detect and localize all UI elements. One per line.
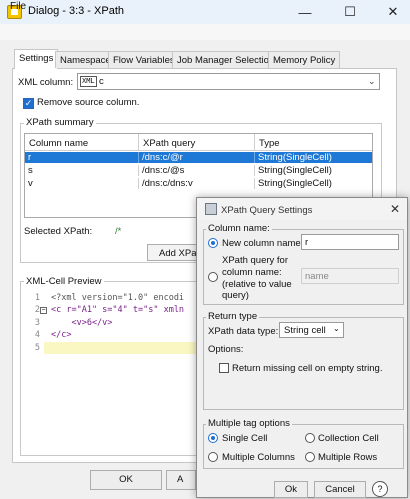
cell-type: String(SingleCell) [258, 165, 332, 176]
apply-button[interactable]: A [166, 470, 196, 490]
cell-xpath-query: /dns:c/dns:v [139, 178, 255, 189]
xpath-query-column-label-3: (relative to value [222, 279, 292, 290]
xml-type-icon: XML [80, 76, 97, 87]
code-line: <?xml version="1.0" encodi [51, 293, 185, 303]
cell-xpath-query: /dns:c/@r [139, 152, 255, 163]
tab-namespace[interactable]: Namespace [55, 51, 116, 68]
line-number: 4 [34, 330, 40, 340]
multiple-columns-label[interactable]: Multiple Columns [222, 452, 295, 463]
dialog-ok-button[interactable]: Ok [274, 481, 308, 498]
new-column-label[interactable]: New column name: [222, 238, 303, 249]
table-row[interactable]: r /dns:c/@r String(SingleCell) [25, 152, 372, 163]
xml-column-label: XML column: [18, 77, 74, 88]
code-line: <c r="A1" s="4" t="s" xmln [51, 305, 185, 315]
line-number: 3 [34, 318, 40, 328]
code-line: </c> [51, 330, 72, 340]
dialog-title: XPath Query Settings [221, 205, 313, 216]
multiple-rows-radio[interactable] [305, 452, 315, 462]
column-header-type[interactable]: Type [255, 134, 372, 151]
window-title: Dialog - 3:3 - XPath [28, 5, 124, 17]
help-icon[interactable]: ? [372, 481, 388, 497]
xml-preview-label: XML-Cell Preview [24, 276, 104, 287]
cell-type: String(SingleCell) [258, 178, 332, 189]
single-cell-radio[interactable] [208, 433, 218, 443]
column-header-name[interactable]: Column name [25, 134, 139, 151]
xpath-query-column-label-4: query) [222, 290, 249, 301]
xpath-query-column-label-2: column name: [222, 267, 282, 278]
close-button[interactable]: ✕ [378, 0, 408, 24]
table-row[interactable]: s /dns:c/@s String(SingleCell) [25, 165, 372, 176]
return-missing-label[interactable]: Return missing cell on empty string. [232, 363, 382, 374]
remove-source-label[interactable]: Remove source column. [37, 97, 139, 108]
multiple-rows-label[interactable]: Multiple Rows [318, 452, 377, 463]
options-label: Options: [208, 344, 244, 355]
line-number: 5 [34, 343, 40, 353]
tab-flow-variables[interactable]: Flow Variables [108, 51, 180, 68]
multiple-tag-label: Multiple tag options [206, 418, 292, 429]
tab-memory-policy[interactable]: Memory Policy [268, 51, 341, 68]
current-line-highlight [44, 342, 204, 354]
chevron-down-icon: ⌄ [368, 76, 376, 86]
minimize-button[interactable]: — [290, 0, 320, 24]
code-line: <v>6</v> [51, 318, 113, 328]
collection-cell-label[interactable]: Collection Cell [318, 433, 379, 444]
collection-cell-radio[interactable] [305, 433, 315, 443]
dialog-close-icon[interactable]: ✕ [390, 202, 400, 216]
tab-settings[interactable]: Settings [14, 49, 59, 69]
cell-column-name: v [25, 178, 139, 189]
line-number: 1 [34, 293, 40, 303]
new-column-radio[interactable] [208, 238, 218, 248]
remove-source-checkbox[interactable]: ✓ [23, 98, 34, 109]
ok-button[interactable]: OK [90, 470, 162, 490]
fold-icon[interactable]: − [40, 307, 47, 314]
xpath-query-column-radio[interactable] [208, 272, 218, 282]
cell-column-name: s [25, 165, 139, 176]
xpath-summary-label: XPath summary [24, 117, 96, 128]
column-name-label: Column name: [206, 223, 272, 234]
return-missing-checkbox[interactable] [219, 363, 229, 373]
xpath-data-type-label: XPath data type: [208, 326, 279, 337]
selected-xpath-label: Selected XPath: [24, 226, 93, 237]
xml-column-select[interactable] [77, 73, 380, 90]
dialog-icon [205, 203, 217, 215]
xpath-query-column-input[interactable]: name [301, 268, 399, 284]
cell-xpath-query: /dns:c/@s [139, 165, 255, 176]
return-type-label: Return type [206, 311, 260, 322]
single-cell-label[interactable]: Single Cell [222, 433, 267, 444]
cell-type: String(SingleCell) [258, 152, 332, 163]
multiple-columns-radio[interactable] [208, 452, 218, 462]
xpath-query-column-label-1: XPath query for [222, 255, 289, 266]
menu-file[interactable]: File [10, 1, 26, 12]
selected-xpath-value: /* [115, 226, 122, 237]
dialog-cancel-button[interactable]: Cancel [314, 481, 366, 498]
menu-bar [0, 24, 410, 40]
line-number: 2 [34, 305, 40, 315]
chevron-down-icon: ⌄ [333, 324, 340, 333]
tab-job-manager-selection[interactable]: Job Manager Selection [172, 51, 280, 68]
column-header-xpath[interactable]: XPath query [139, 134, 255, 151]
maximize-button[interactable]: ☐ [335, 0, 365, 24]
table-row[interactable]: v /dns:c/dns:v String(SingleCell) [25, 178, 372, 189]
xml-column-value: c [99, 76, 104, 87]
cell-column-name: r [25, 152, 139, 163]
new-column-input[interactable]: r [301, 234, 399, 250]
